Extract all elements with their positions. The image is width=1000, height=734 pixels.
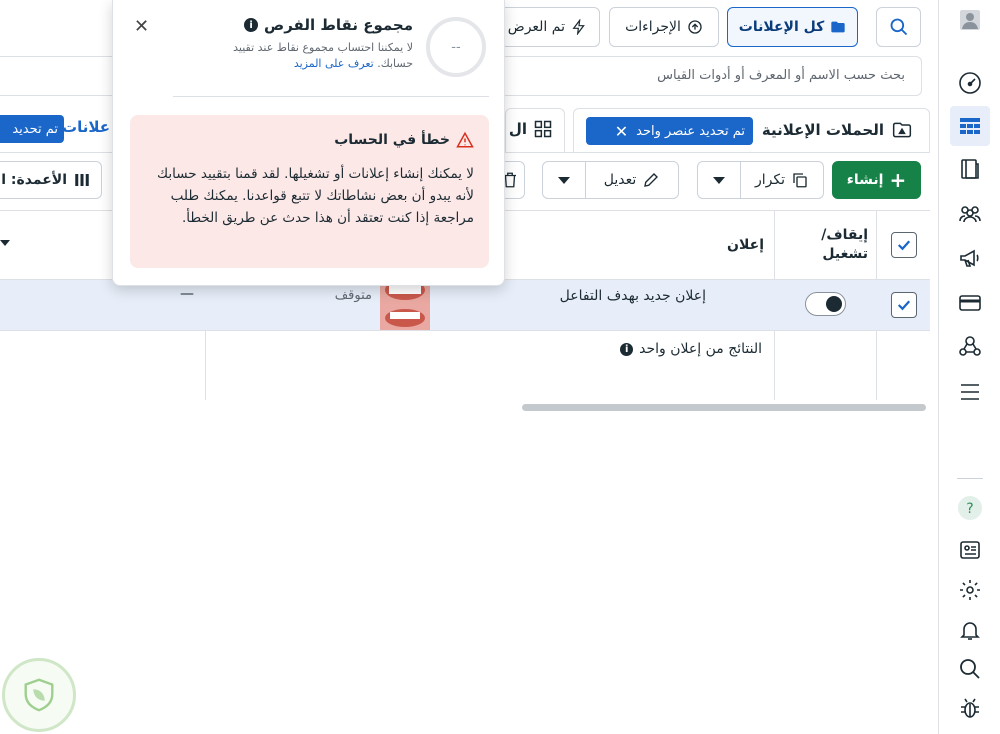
create-label: إنشاء: [846, 172, 884, 188]
checkmark-icon: [897, 240, 911, 251]
tab-campaigns-label: الحملات الإعلانية: [761, 121, 884, 139]
chevron-down-icon: [713, 176, 725, 184]
help-icon[interactable]: ?: [950, 488, 990, 528]
score-value: --: [451, 39, 461, 55]
news-icon[interactable]: [950, 530, 990, 570]
rail-divider: [957, 478, 983, 479]
table-row[interactable]: [0, 280, 930, 330]
billing-card-icon[interactable]: [950, 283, 990, 323]
lightning-icon: [572, 19, 585, 35]
shown-label: تم العرض: [507, 19, 565, 35]
ad-thumbnail: [380, 280, 430, 330]
warning-icon: [456, 131, 474, 148]
selected-chip-label: تم تحديد عنصر واحد: [636, 123, 745, 139]
select-all-checkbox[interactable]: [891, 232, 917, 258]
duplicate-button[interactable]: تكرار: [740, 161, 824, 199]
account-error-box: خطأ في الحساب لا يمكنك إنشاء إعلانات أو …: [130, 115, 489, 268]
tab-ad-sets-title: ال: [505, 119, 553, 139]
info-icon[interactable]: i: [620, 342, 634, 356]
results-summary: النتائج من إعلان واحد i: [560, 341, 762, 357]
avatar-icon[interactable]: [950, 0, 990, 40]
popover-title: مجموع نقاط الفرص: [264, 16, 413, 34]
checkmark-icon: [897, 300, 911, 311]
error-header: خطأ في الحساب: [330, 131, 474, 149]
close-icon[interactable]: ✕: [615, 122, 628, 141]
copy-icon: [793, 173, 807, 188]
score-gauge: --: [426, 17, 486, 77]
folder-icon: [831, 21, 845, 33]
actions-label: الإجراءات: [625, 19, 681, 35]
pages-icon[interactable]: [950, 149, 990, 189]
all-ads-button[interactable]: كل الإعلانات: [727, 7, 858, 47]
edit-dropdown[interactable]: [542, 161, 586, 199]
ads-selected-chip[interactable]: تم تحديد: [0, 115, 64, 143]
row-checkbox[interactable]: [891, 292, 917, 318]
duplicate-dropdown[interactable]: [697, 161, 741, 199]
chevron-down-icon: [558, 176, 570, 184]
menu-icon[interactable]: [950, 372, 990, 412]
popover-header: مجموع نقاط الفرص i: [233, 16, 413, 34]
search-button[interactable]: [876, 7, 921, 47]
ads-selected-chip-label: تم تحديد: [12, 121, 58, 137]
bug-icon[interactable]: [950, 688, 990, 728]
error-body: لا يمكنك إنشاء إعلانات أو تشغيلها. لقد ق…: [157, 166, 474, 226]
create-button[interactable]: + إنشاء: [832, 161, 921, 199]
tab-ads-label[interactable]: علانات: [62, 118, 110, 136]
arrow-up-circle-icon: [688, 20, 702, 34]
campaign-folder-icon: [892, 122, 912, 138]
opportunity-score-popover: ✕ مجموع نقاط الفرص i لا يمكننا احتساب مج…: [112, 0, 505, 286]
audience-icon[interactable]: [950, 194, 990, 234]
search-placeholder: بحث حسب الاسم أو المعرف أو أدوات القياس: [657, 68, 905, 83]
column-header-ad[interactable]: إعلان: [660, 237, 764, 253]
svg-text:?: ?: [966, 501, 973, 517]
notifications-icon[interactable]: [950, 610, 990, 650]
columns-button[interactable]: الأعمدة: ال: [0, 161, 102, 199]
plus-icon: +: [889, 168, 907, 192]
tab-ad-sets-label: ال: [508, 120, 527, 138]
edit-label: تعديل: [603, 172, 637, 188]
sort-caret-icon[interactable]: [0, 240, 10, 246]
columns-icon: [75, 174, 89, 186]
error-title: خطأ في الحساب: [334, 132, 450, 148]
column-header-toggle[interactable]: إيقاف/ تشغيل: [786, 226, 868, 264]
columns-label: الأعمدة: ال: [0, 172, 67, 188]
info-icon[interactable]: i: [244, 18, 259, 32]
status-text: متوقف: [334, 288, 372, 303]
close-icon[interactable]: ✕: [134, 16, 149, 37]
learn-more-link[interactable]: تعرف على المزيد: [294, 57, 374, 70]
selected-chip[interactable]: تم تحديد عنصر واحد ✕: [586, 117, 753, 145]
watermark-logo: [2, 658, 76, 732]
ad-name[interactable]: إعلان جديد بهدف التفاعل: [500, 288, 706, 304]
search-icon[interactable]: [950, 649, 990, 689]
tab-campaigns-title: الحملات الإعلانية: [760, 120, 912, 140]
actions-button[interactable]: الإجراءات: [609, 7, 719, 47]
popover-description: لا يمكننا احتساب مجموع نقاط عند تقييد حس…: [203, 40, 413, 72]
megaphone-icon[interactable]: [950, 238, 990, 278]
ads-table-icon[interactable]: [950, 106, 990, 146]
pencil-icon: [644, 173, 659, 187]
grid-icon: [534, 120, 552, 138]
shield-leaf-icon: [24, 678, 54, 712]
all-ads-label: كل الإعلانات: [738, 19, 825, 35]
results-label: النتائج من إعلان واحد: [639, 341, 762, 357]
settings-icon[interactable]: [950, 570, 990, 610]
network-icon[interactable]: [950, 326, 990, 366]
edit-button[interactable]: تعديل: [585, 161, 679, 199]
row-extra-value: —: [180, 286, 194, 302]
shown-button[interactable]: تم العرض: [500, 7, 600, 47]
side-navigation-rail: ?: [938, 0, 1000, 734]
ad-toggle-switch[interactable]: [805, 292, 846, 316]
dashboard-gauge-icon[interactable]: [950, 63, 990, 103]
horizontal-scrollbar[interactable]: [522, 404, 926, 411]
duplicate-label: تكرار: [755, 172, 786, 188]
